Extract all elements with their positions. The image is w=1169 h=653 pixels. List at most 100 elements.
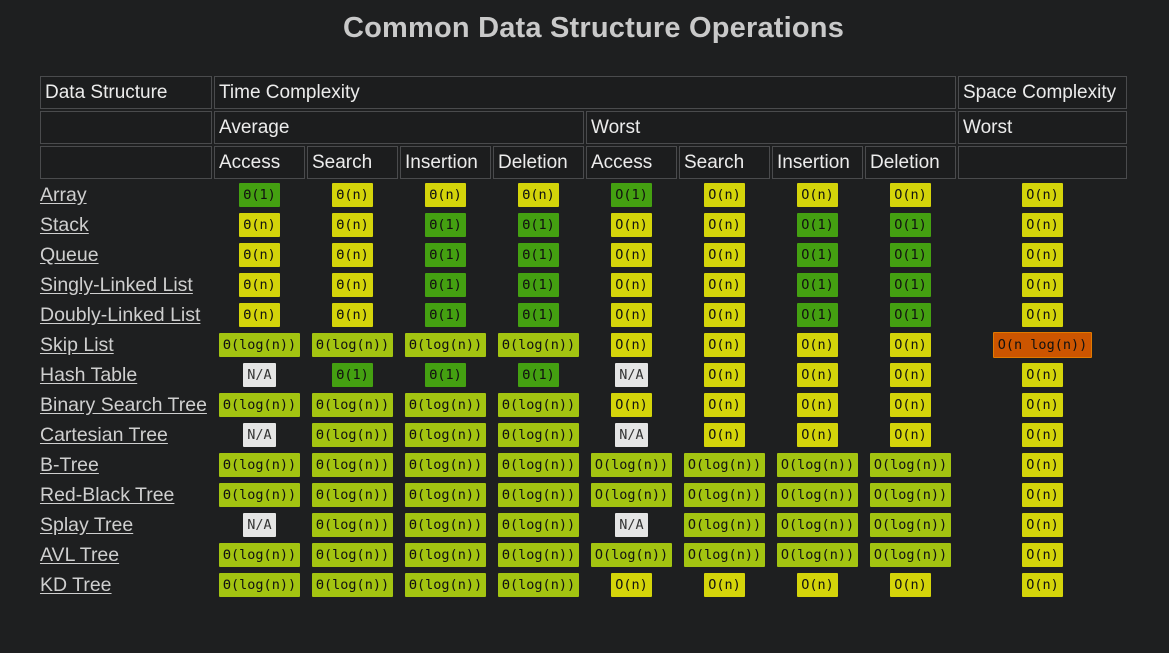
complexity-cell: O(log(n)) — [679, 481, 770, 509]
complexity-cell: O(log(n)) — [772, 451, 863, 479]
complexity-badge: Θ(log(n)) — [311, 483, 394, 507]
complexity-cell: O(n) — [958, 211, 1127, 239]
complexity-cell: O(n) — [679, 391, 770, 419]
complexity-cell: Θ(1) — [493, 301, 584, 329]
complexity-cell: Θ(log(n)) — [493, 571, 584, 599]
complexity-cell: Θ(n) — [307, 181, 398, 209]
data-structure-link[interactable]: KD Tree — [40, 574, 112, 596]
complexity-badge: O(n) — [1022, 393, 1063, 417]
complexity-cell: Θ(log(n)) — [307, 451, 398, 479]
complexity-cell: Θ(log(n)) — [493, 391, 584, 419]
data-structure-link[interactable]: Singly-Linked List — [40, 274, 193, 296]
complexity-cell: O(n) — [865, 181, 956, 209]
complexity-badge: O(n log(n)) — [992, 332, 1093, 358]
complexity-badge: Θ(log(n)) — [218, 543, 301, 567]
complexity-cell: O(n) — [679, 301, 770, 329]
complexity-badge: O(n) — [704, 423, 745, 447]
complexity-badge: O(n) — [611, 573, 652, 597]
complexity-badge: O(n) — [1022, 303, 1063, 327]
complexity-cell: O(n) — [958, 541, 1127, 569]
complexity-badge: Θ(log(n)) — [218, 573, 301, 597]
complexity-badge: Θ(log(n)) — [311, 393, 394, 417]
header-worst: Worst — [586, 111, 956, 144]
complexity-badge: O(n) — [1022, 273, 1063, 297]
complexity-badge: Θ(log(n)) — [218, 393, 301, 417]
page: Common Data Structure Operations Data St… — [0, 0, 1169, 653]
complexity-cell: Θ(1) — [493, 211, 584, 239]
header-worst-search: Search — [679, 146, 770, 179]
complexity-badge: O(log(n)) — [869, 543, 952, 567]
data-structure-cell: Red-Black Tree — [40, 481, 212, 509]
complexity-cell: Θ(log(n)) — [214, 541, 305, 569]
data-structure-link[interactable]: Array — [40, 184, 87, 206]
complexity-cell: Θ(log(n)) — [214, 481, 305, 509]
complexity-table: Data Structure Time Complexity Space Com… — [38, 74, 1129, 601]
header-row-groups: Data Structure Time Complexity Space Com… — [40, 76, 1127, 109]
complexity-badge: O(n) — [704, 333, 745, 357]
complexity-badge: Θ(log(n)) — [311, 543, 394, 567]
complexity-badge: Θ(log(n)) — [497, 393, 580, 417]
complexity-badge: Θ(n) — [332, 183, 373, 207]
data-structure-link[interactable]: Cartesian Tree — [40, 424, 168, 446]
complexity-badge: Θ(log(n)) — [218, 483, 301, 507]
data-structure-link[interactable]: Skip List — [40, 334, 114, 356]
complexity-badge: O(n) — [1022, 543, 1063, 567]
complexity-cell: Θ(1) — [400, 241, 491, 269]
data-structure-link[interactable]: Doubly-Linked List — [40, 304, 200, 326]
complexity-badge: Θ(log(n)) — [218, 453, 301, 477]
complexity-cell: O(n) — [679, 241, 770, 269]
table-row: Splay Tree N/A Θ(log(n)) Θ(log(n)) Θ(log(n))… — [40, 511, 1127, 539]
header-avg-access: Access — [214, 146, 305, 179]
data-structure-link[interactable]: AVL Tree — [40, 544, 119, 566]
complexity-cell: O(log(n)) — [586, 541, 677, 569]
complexity-badge: Θ(n) — [239, 273, 280, 297]
complexity-cell: Θ(log(n)) — [307, 511, 398, 539]
complexity-badge: Θ(1) — [332, 363, 373, 387]
complexity-cell: O(n) — [772, 391, 863, 419]
complexity-cell: O(n) — [958, 271, 1127, 299]
complexity-badge: N/A — [243, 363, 276, 387]
complexity-badge: Θ(n) — [239, 303, 280, 327]
complexity-badge: O(n) — [797, 333, 838, 357]
data-structure-link[interactable]: Binary Search Tree — [40, 394, 207, 416]
complexity-badge: O(log(n)) — [590, 543, 673, 567]
header-worst-access: Access — [586, 146, 677, 179]
complexity-badge: O(n) — [890, 183, 931, 207]
complexity-badge: Θ(log(n)) — [404, 573, 487, 597]
complexity-badge: Θ(log(n)) — [404, 423, 487, 447]
complexity-badge: Θ(log(n)) — [311, 573, 394, 597]
complexity-badge: O(n) — [1022, 213, 1063, 237]
complexity-badge: N/A — [615, 363, 648, 387]
data-structure-link[interactable]: Queue — [40, 244, 99, 266]
complexity-badge: Θ(log(n)) — [497, 333, 580, 357]
data-structure-cell: Binary Search Tree — [40, 391, 212, 419]
complexity-cell: Θ(n) — [214, 301, 305, 329]
complexity-cell: O(n) — [586, 241, 677, 269]
data-structure-cell: Stack — [40, 211, 212, 239]
complexity-cell: O(n) — [772, 361, 863, 389]
complexity-badge: O(n) — [704, 243, 745, 267]
complexity-cell: O(n) — [679, 331, 770, 359]
table-row: AVL Tree Θ(log(n)) Θ(log(n)) Θ(log(n)) Θ(log… — [40, 541, 1127, 569]
data-structure-link[interactable]: Hash Table — [40, 364, 137, 386]
data-structure-cell: Singly-Linked List — [40, 271, 212, 299]
complexity-cell: O(n) — [958, 421, 1127, 449]
complexity-badge: O(log(n)) — [683, 483, 766, 507]
data-structure-cell: B-Tree — [40, 451, 212, 479]
data-structure-link[interactable]: Splay Tree — [40, 514, 133, 536]
data-structure-link[interactable]: B-Tree — [40, 454, 99, 476]
complexity-cell: O(1) — [865, 271, 956, 299]
header-row-ops: Access Search Insertion Deletion Access … — [40, 146, 1127, 179]
data-structure-link[interactable]: Stack — [40, 214, 89, 236]
complexity-cell: Θ(n) — [214, 271, 305, 299]
header-empty-cell — [958, 146, 1127, 179]
complexity-cell: O(n) — [586, 331, 677, 359]
complexity-cell: Θ(log(n)) — [307, 421, 398, 449]
complexity-cell: O(1) — [772, 271, 863, 299]
complexity-badge: O(1) — [611, 183, 652, 207]
complexity-cell: O(n) — [958, 571, 1127, 599]
complexity-cell: O(n) — [679, 181, 770, 209]
data-structure-link[interactable]: Red-Black Tree — [40, 484, 174, 506]
complexity-badge: Θ(log(n)) — [404, 543, 487, 567]
complexity-cell: O(n) — [679, 211, 770, 239]
